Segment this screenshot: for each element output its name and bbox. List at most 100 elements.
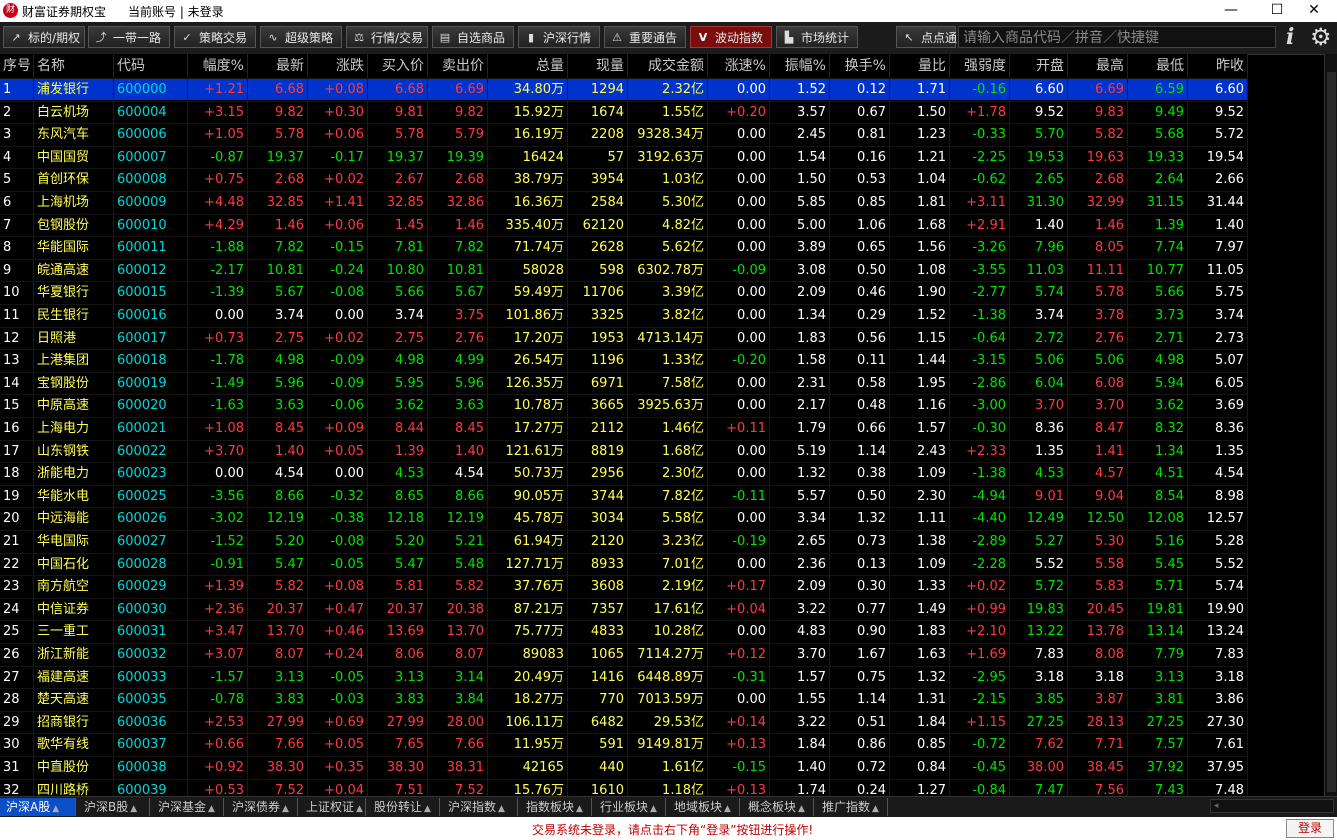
table-cell-量比: 1.68 [890,214,950,237]
table-row[interactable]: 5 首创环保 600008 +0.75 2.68 +0.02 2.67 2.68 38.79万 3… [0,168,1248,192]
toolbar-button-10[interactable]: ↖ 点点通 [896,26,957,48]
table-row[interactable]: 15 中原高速 600020 -1.63 3.63 -0.06 3.62 3.63 10.78万… [0,394,1248,418]
table-row[interactable]: 18 浙能电力 600023 0.00 4.54 0.00 4.53 4.54 50.73万 29… [0,462,1248,486]
table-row[interactable]: 16 上海电力 600021 +1.08 8.45 +0.09 8.44 8.45 17.27万… [0,417,1248,440]
table-row[interactable]: 30 歌华有线 600037 +0.66 7.66 +0.05 7.65 7.66 11.95万… [0,733,1248,757]
minimize-button[interactable]: — [1208,0,1254,22]
table-cell-幅度%: 0.00 [188,463,248,486]
market-tab[interactable]: 地域板块 ▲ [668,798,740,816]
table-row[interactable]: 12 日照港 600017 +0.73 2.75 +0.02 2.75 2.76 17.20万 1… [0,326,1248,350]
table-cell-成交金额: 6448.89万 [628,666,708,689]
table-row[interactable]: 28 楚天高速 600035 -0.78 3.83 -0.03 3.83 3.84 18.27万… [0,688,1248,712]
market-tab[interactable]: 行业板块 ▲ [594,798,666,816]
table-row[interactable]: 9 皖通高速 600012 -2.17 10.81 -0.24 10.80 10.81 5802… [0,258,1248,282]
table-cell-幅度%: +0.92 [188,757,248,779]
table-row[interactable]: 31 中直股份 600038 +0.92 38.30 +0.35 38.30 38.31 421… [0,756,1248,779]
table-row[interactable]: 8 华能国际 600011 -1.88 7.82 -0.15 7.81 7.82 71.74万 2… [0,236,1248,260]
table-row[interactable]: 4 中国国贸 600007 -0.87 19.37 -0.17 19.37 19.39 1642… [0,145,1248,169]
column-header[interactable]: 买入价 [368,54,428,78]
column-header[interactable]: 量比 [890,54,950,78]
column-header[interactable]: 换手% [830,54,890,78]
toolbar-button-3[interactable]: ∿ 超级策略 [260,26,342,48]
column-header[interactable]: 现量 [568,54,628,78]
table-row[interactable]: 17 山东钢铁 600022 +3.70 1.40 +0.05 1.39 1.40 121.61… [0,439,1248,463]
column-header[interactable]: 昨收 [1188,54,1248,78]
table-row[interactable]: 20 中远海能 600026 -3.02 12.19 -0.38 12.18 12.19 45.… [0,507,1248,531]
table-row[interactable]: 1 浦发银行 600000 +1.21 6.68 +0.08 6.68 6.69 34.80万 1… [0,78,1248,101]
toolbar-button-5[interactable]: ▤ 自选商品 [432,26,514,48]
table-row[interactable]: 23 南方航空 600029 +1.39 5.82 +0.08 5.81 5.82 37.76万… [0,575,1248,599]
column-header[interactable]: 成交金额 [628,54,708,78]
table-row[interactable]: 11 民生银行 600016 0.00 3.74 0.00 3.74 3.75 101.86万 3… [0,304,1248,327]
market-tab[interactable]: 沪深B股 ▲ [78,798,150,816]
toolbar-button-4[interactable]: ⚖ 行情/交易 [346,26,428,48]
toolbar-button-0[interactable]: ↗ 标的/期权 [3,26,85,48]
close-button[interactable]: ✕ [1291,0,1337,22]
table-cell-昨收: 6.05 [1188,372,1248,395]
table-row[interactable]: 3 东风汽车 600006 +1.05 5.78 +0.06 5.78 5.79 16.19万 2… [0,123,1248,147]
vertical-scrollbar[interactable] [1324,54,1337,796]
toolbar-button-6[interactable]: ▮ 沪深行情 [518,26,600,48]
table-cell-最低: 6.59 [1128,79,1188,101]
column-header[interactable]: 涨速% [708,54,770,78]
table-cell-最新: 27.99 [248,711,308,734]
table-cell-昨收: 7.61 [1188,734,1248,757]
column-header[interactable]: 最新 [248,54,308,78]
market-tab[interactable]: 上证权证 ▲ [300,798,366,816]
table-row[interactable]: 26 浙江新能 600032 +3.07 8.07 +0.24 8.06 8.07 89083 1… [0,643,1248,666]
info-icon[interactable]: i [1286,24,1294,50]
column-header[interactable]: 最高 [1068,54,1128,78]
horizontal-scrollbar[interactable]: ◂ [1210,799,1334,813]
table-row[interactable]: 13 上港集团 600018 -1.78 4.98 -0.09 4.98 4.99 26.54万… [0,349,1248,373]
table-row[interactable]: 6 上海机场 600009 +4.48 32.85 +1.41 32.85 32.86 16.3… [0,191,1248,214]
column-header[interactable]: 总量 [488,54,568,78]
table-row[interactable]: 22 中国石化 600028 -0.91 5.47 -0.05 5.47 5.48 127.71… [0,552,1248,576]
login-button[interactable]: 登录 [1286,819,1334,838]
column-header[interactable]: 涨跌 [308,54,368,78]
market-tab[interactable]: 推广指数 ▲ [816,798,888,816]
market-tab[interactable]: 沪深A股 ▲ [0,798,76,816]
table-cell-成交金额: 1.46亿 [628,418,708,440]
table-row[interactable]: 25 三一重工 600031 +3.47 13.70 +0.46 13.69 13.70 75.… [0,620,1248,644]
table-cell-成交金额: 5.62亿 [628,237,708,260]
column-header[interactable]: 幅度% [188,54,248,78]
market-tab[interactable]: 概念板块 ▲ [742,798,814,816]
table-cell-强弱度: -3.26 [950,237,1010,260]
table-row[interactable]: 21 华电国际 600027 -1.52 5.20 -0.08 5.20 5.21 61.94万… [0,530,1248,553]
market-tab[interactable]: 指数板块 ▲ [520,798,592,816]
table-cell-序号: 5 [0,169,34,192]
table-cell-涨跌: +0.04 [308,779,368,796]
table-cell-开盘: 6.60 [1010,79,1068,101]
toolbar-button-9[interactable]: ▙ 市场统计 [776,26,858,48]
table-row[interactable]: 2 白云机场 600004 +3.15 9.82 +0.30 9.81 9.82 15.92万 1… [0,100,1248,124]
table-row[interactable]: 7 包钢股份 600010 +4.29 1.46 +0.06 1.45 1.46 335.40万… [0,213,1248,237]
table-row[interactable]: 10 华夏银行 600015 -1.39 5.67 -0.08 5.66 5.67 59.49万… [0,281,1248,305]
toolbar-button-7[interactable]: ⚠ 重要通告 [604,26,686,48]
table-cell-总量: 89083 [488,644,568,666]
market-tab[interactable]: 沪深基金 ▲ [152,798,224,816]
toolbar-button-8[interactable]: V 波动指数 [690,26,772,48]
toolbar-button-2[interactable]: ✓ 策略交易 [174,26,256,48]
table-row[interactable]: 27 福建高速 600033 -1.57 3.13 -0.05 3.13 3.14 20.49万… [0,665,1248,689]
column-header[interactable]: 序号 [0,54,34,78]
column-header[interactable]: 名称 [34,54,114,78]
search-input[interactable]: 请输入商品代码／拼音／快捷键 [958,26,1276,48]
toolbar-button-1[interactable]: ⤴ 一带一路 [88,26,170,48]
column-header[interactable]: 振幅% [770,54,830,78]
table-row[interactable]: 32 四川路桥 600039 +0.53 7.52 +0.04 7.51 7.52 15.76万… [0,778,1248,796]
table-row[interactable]: 24 中信证券 600030 +2.36 20.37 +0.47 20.37 20.38 87.… [0,597,1248,621]
table-row[interactable]: 29 招商银行 600036 +2.53 27.99 +0.69 27.99 28.00 106… [0,710,1248,734]
market-tab[interactable]: 沪深指数 ▲ [442,798,518,816]
gear-icon[interactable]: ⚙ [1310,23,1332,51]
column-header[interactable]: 卖出价 [428,54,488,78]
column-header[interactable]: 开盘 [1010,54,1068,78]
table-row[interactable]: 19 华能水电 600025 -3.56 8.66 -0.32 8.65 8.66 90.05万… [0,484,1248,508]
column-header[interactable]: 最低 [1128,54,1188,78]
scrollbar-thumb[interactable] [1327,72,1336,792]
market-tab[interactable]: 股份转让 ▲ [368,798,440,816]
column-header[interactable]: 强弱度 [950,54,1010,78]
column-header[interactable]: 代码 [114,54,188,78]
table-row[interactable]: 14 宝钢股份 600019 -1.49 5.96 -0.09 5.95 5.96 126.35… [0,371,1248,395]
market-tab[interactable]: 沪深债券 ▲ [226,798,298,816]
toolbar-button-label: 沪深行情 [543,31,592,45]
